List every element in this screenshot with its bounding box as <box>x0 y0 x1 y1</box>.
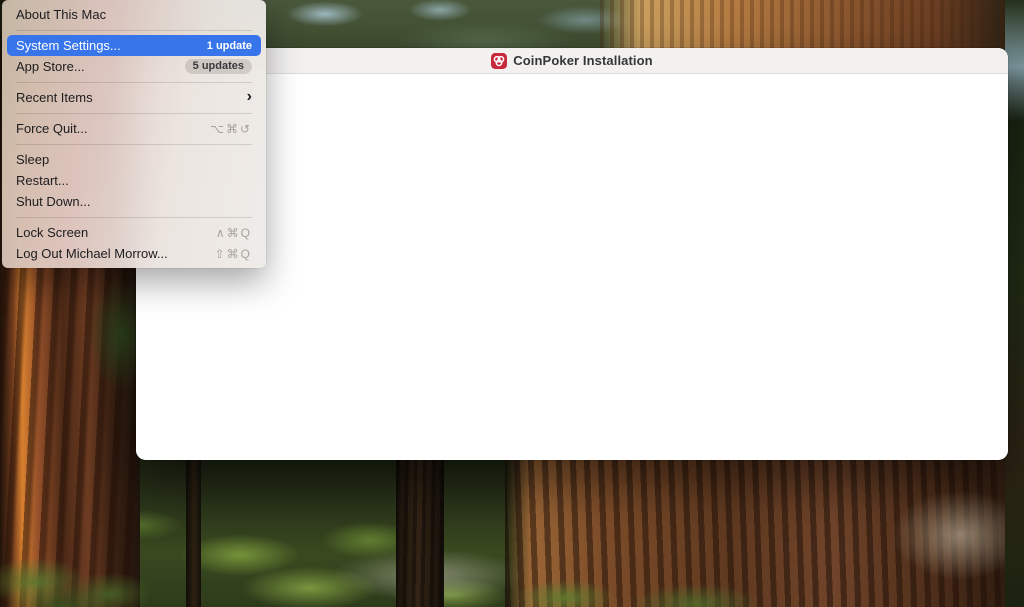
menu-item-label: Log Out Michael Morrow... <box>16 246 215 261</box>
menu-item-lock-screen[interactable]: Lock Screen ∧⌘Q <box>7 222 261 243</box>
coinpoker-window: CoinPoker Installation <box>136 48 1008 460</box>
menu-item-force-quit[interactable]: Force Quit... ⌥⌘↺ <box>7 118 261 139</box>
menu-item-label: Lock Screen <box>16 225 216 240</box>
apple-menu: About This Mac System Settings... 1 upda… <box>2 0 266 268</box>
menu-item-label: System Settings... <box>16 38 207 53</box>
menu-separator <box>16 217 252 218</box>
coinpoker-icon <box>491 53 507 69</box>
menu-item-system-settings[interactable]: System Settings... 1 update <box>7 35 261 56</box>
menu-item-recent-items[interactable]: Recent Items › <box>7 87 261 108</box>
keyboard-shortcut: ∧⌘Q <box>216 226 252 240</box>
menu-item-app-store[interactable]: App Store... 5 updates <box>7 56 261 77</box>
window-title: CoinPoker Installation <box>513 53 652 68</box>
menu-separator <box>16 30 252 31</box>
menu-separator <box>16 144 252 145</box>
desktop: CoinPoker Installation About This Mac Sy… <box>0 0 1024 607</box>
menu-item-restart[interactable]: Restart... <box>7 170 261 191</box>
menu-item-shut-down[interactable]: Shut Down... <box>7 191 261 212</box>
submenu-chevron-icon: › <box>247 89 252 107</box>
menu-item-log-out[interactable]: Log Out Michael Morrow... ⇧⌘Q <box>7 243 261 264</box>
menu-item-label: Shut Down... <box>16 194 252 209</box>
window-titlebar[interactable]: CoinPoker Installation <box>136 48 1008 74</box>
wallpaper-tree-trunk <box>396 455 444 607</box>
menu-item-sleep[interactable]: Sleep <box>7 149 261 170</box>
updates-count-badge: 5 updates <box>185 59 252 74</box>
menu-separator <box>16 82 252 83</box>
wallpaper-mist <box>840 455 1024 607</box>
window-content <box>136 74 1008 459</box>
keyboard-shortcut: ⇧⌘Q <box>215 247 252 261</box>
menu-item-about-this-mac[interactable]: About This Mac <box>7 4 261 25</box>
window-title-group: CoinPoker Installation <box>491 53 652 69</box>
menu-item-label: Recent Items <box>16 90 247 105</box>
menu-item-label: About This Mac <box>16 7 252 22</box>
menu-item-label: Force Quit... <box>16 121 210 136</box>
wallpaper-tree-trunk <box>186 460 201 607</box>
update-count-badge: 1 update <box>207 40 252 52</box>
keyboard-shortcut: ⌥⌘↺ <box>210 122 252 136</box>
menu-item-label: Restart... <box>16 173 252 188</box>
wallpaper-tree-trunk <box>600 0 1010 50</box>
wallpaper-undergrowth <box>0 520 150 607</box>
menu-item-label: Sleep <box>16 152 252 167</box>
menu-separator <box>16 113 252 114</box>
menu-item-label: App Store... <box>16 59 185 74</box>
